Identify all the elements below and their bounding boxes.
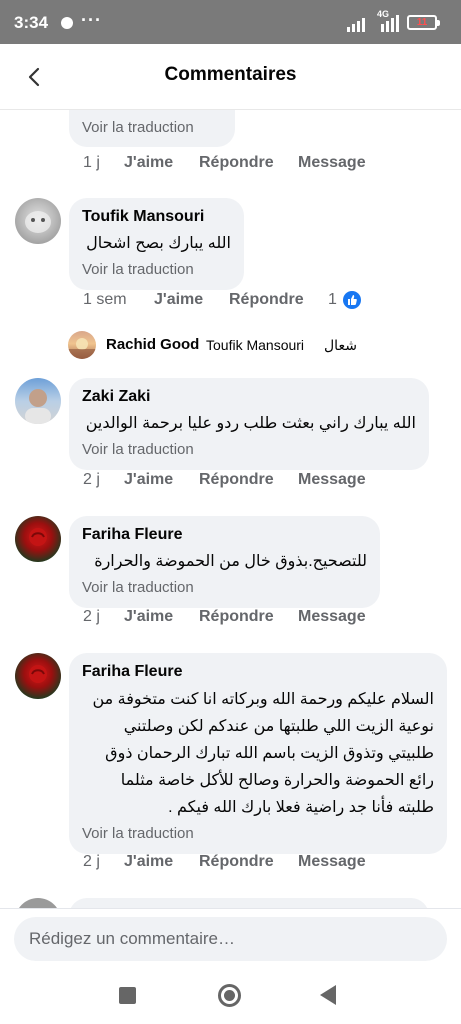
comment-text-line: نوعية الزيت اللي طلبتها من عندكم لكن وصل… — [123, 718, 434, 735]
battery-tip — [437, 20, 440, 26]
reply-author: Rachid Good — [106, 336, 200, 353]
message-button[interactable]: Message — [298, 154, 366, 172]
battery-level: 11 — [416, 17, 428, 28]
reply-text: شعال — [324, 337, 357, 353]
message-button[interactable]: Message — [298, 608, 366, 626]
comment-bubble: Zaki Zaki الله يبارك راني بعثت طلب ردو ع… — [69, 378, 429, 470]
comment-text-line: طلبته فأنا جد راضية فعلا بارك الله فيكم … — [168, 799, 434, 816]
see-translation-link[interactable]: Voir la traduction — [82, 440, 416, 460]
comment-text: للتصحيح.بذوق خال من الحموضة والحرارة — [94, 553, 367, 570]
comment-author[interactable]: Fariha Fleure — [82, 525, 367, 545]
like-button[interactable]: J'aime — [124, 471, 173, 489]
comment-text-line: رائع الحموضة والحرارة وصالح للأكل خاصة م… — [120, 772, 434, 789]
comment-actions: 2 j J'aime Répondre Message — [83, 853, 453, 875]
reply-preview[interactable]: Rachid Good Toufik Mansouri شعال — [68, 331, 448, 361]
see-translation-link[interactable]: Voir la traduction — [82, 118, 222, 138]
see-translation-link[interactable]: Voir la traduction — [82, 578, 367, 598]
comment-author[interactable]: Fariha Fleure — [82, 662, 434, 682]
notification-dot-icon — [61, 17, 73, 29]
more-notifications-icon: ··· — [81, 10, 102, 30]
avatar — [68, 331, 96, 359]
message-button[interactable]: Message — [298, 853, 366, 871]
avatar[interactable] — [15, 898, 61, 908]
comment-bubble: Voir la traduction — [69, 110, 235, 147]
comment-bubble: Fariha Fleure السلام عليكم ورحمة الله وب… — [69, 653, 447, 854]
avatar[interactable] — [15, 198, 61, 244]
comment-author[interactable]: Zaki Zaki — [82, 387, 416, 407]
network-type: 4G — [377, 9, 390, 19]
like-button[interactable]: J'aime — [124, 154, 173, 172]
reply-mention: Toufik Mansouri — [206, 337, 305, 353]
battery-icon: 11 — [407, 15, 437, 30]
like-button[interactable]: J'aime — [124, 853, 173, 871]
comment-author[interactable]: Toufik Mansouri — [82, 207, 231, 227]
status-right: 4G 11 — [347, 9, 447, 32]
avatar[interactable] — [15, 378, 61, 424]
comment-input[interactable]: Rédigez un commentaire… — [14, 917, 447, 961]
like-button[interactable]: J'aime — [154, 291, 203, 309]
comment-bubble: Toufik Mansouri الله يبارك بصح اشحال Voi… — [69, 198, 244, 290]
comment-composer: Rédigez un commentaire… — [0, 908, 461, 968]
avatar[interactable] — [15, 653, 61, 699]
like-button[interactable]: J'aime — [124, 608, 173, 626]
back-icon[interactable] — [320, 985, 336, 1005]
see-translation-link[interactable]: Voir la traduction — [82, 260, 231, 280]
comment-time: 2 j — [83, 853, 100, 870]
comment-text-line: طلبيتي وتذوق الزيت باسم الله تبارك الرحم… — [105, 745, 434, 762]
reply-button[interactable]: Répondre — [199, 853, 274, 871]
reply-button[interactable]: Répondre — [199, 608, 274, 626]
comments-screen: 3:34 ··· 4G 11 Commentaires Voir la trad… — [0, 0, 461, 1024]
comment-actions: 2 j J'aime Répondre Message — [83, 608, 453, 630]
recent-apps-icon[interactable] — [119, 987, 136, 1004]
see-translation-link[interactable]: Voir la traduction — [82, 824, 434, 844]
page-title: Commentaires — [164, 64, 297, 85]
comment-actions: 1 sem J'aime Répondre 1 — [83, 291, 453, 313]
comment-time: 1 j — [83, 154, 100, 171]
comment-time: 2 j — [83, 608, 100, 625]
comment-time: 1 sem — [83, 291, 127, 308]
system-nav-bar — [0, 968, 461, 1024]
home-icon[interactable] — [218, 984, 241, 1007]
comment-bubble: Fariha Fleure للتصحيح.بذوق خال من الحموض… — [69, 516, 380, 608]
reply-button[interactable]: Répondre — [199, 471, 274, 489]
status-bar: 3:34 ··· 4G 11 — [0, 0, 461, 44]
like-count[interactable]: 1 — [328, 291, 337, 309]
avatar[interactable] — [15, 516, 61, 562]
comment-actions: 1 j J'aime Répondre Message — [83, 154, 453, 176]
comment-text: الله يبارك راني بعثت طلب ردو عليا برحمة … — [85, 415, 416, 432]
comment-text: الله يبارك بصح اشحال — [86, 235, 231, 252]
comment-time: 2 j — [83, 471, 100, 488]
reply-button[interactable]: Répondre — [229, 291, 304, 309]
header: Commentaires — [0, 44, 461, 110]
comment-actions: 2 j J'aime Répondre Message — [83, 471, 453, 493]
comment-bubble — [69, 898, 429, 908]
status-time: 3:34 — [14, 13, 49, 32]
comment-list[interactable]: Voir la traduction 1 j J'aime Répondre M… — [0, 110, 461, 908]
like-thumb-icon — [343, 291, 361, 309]
comment-text: السلام عليكم ورحمة الله وبركاته انا كنت … — [82, 686, 434, 821]
comment-text-cut — [82, 110, 222, 115]
reply-button[interactable]: Répondre — [199, 154, 274, 172]
comment-text-line: السلام عليكم ورحمة الله وبركاته انا كنت … — [92, 691, 434, 708]
message-button[interactable]: Message — [298, 471, 366, 489]
